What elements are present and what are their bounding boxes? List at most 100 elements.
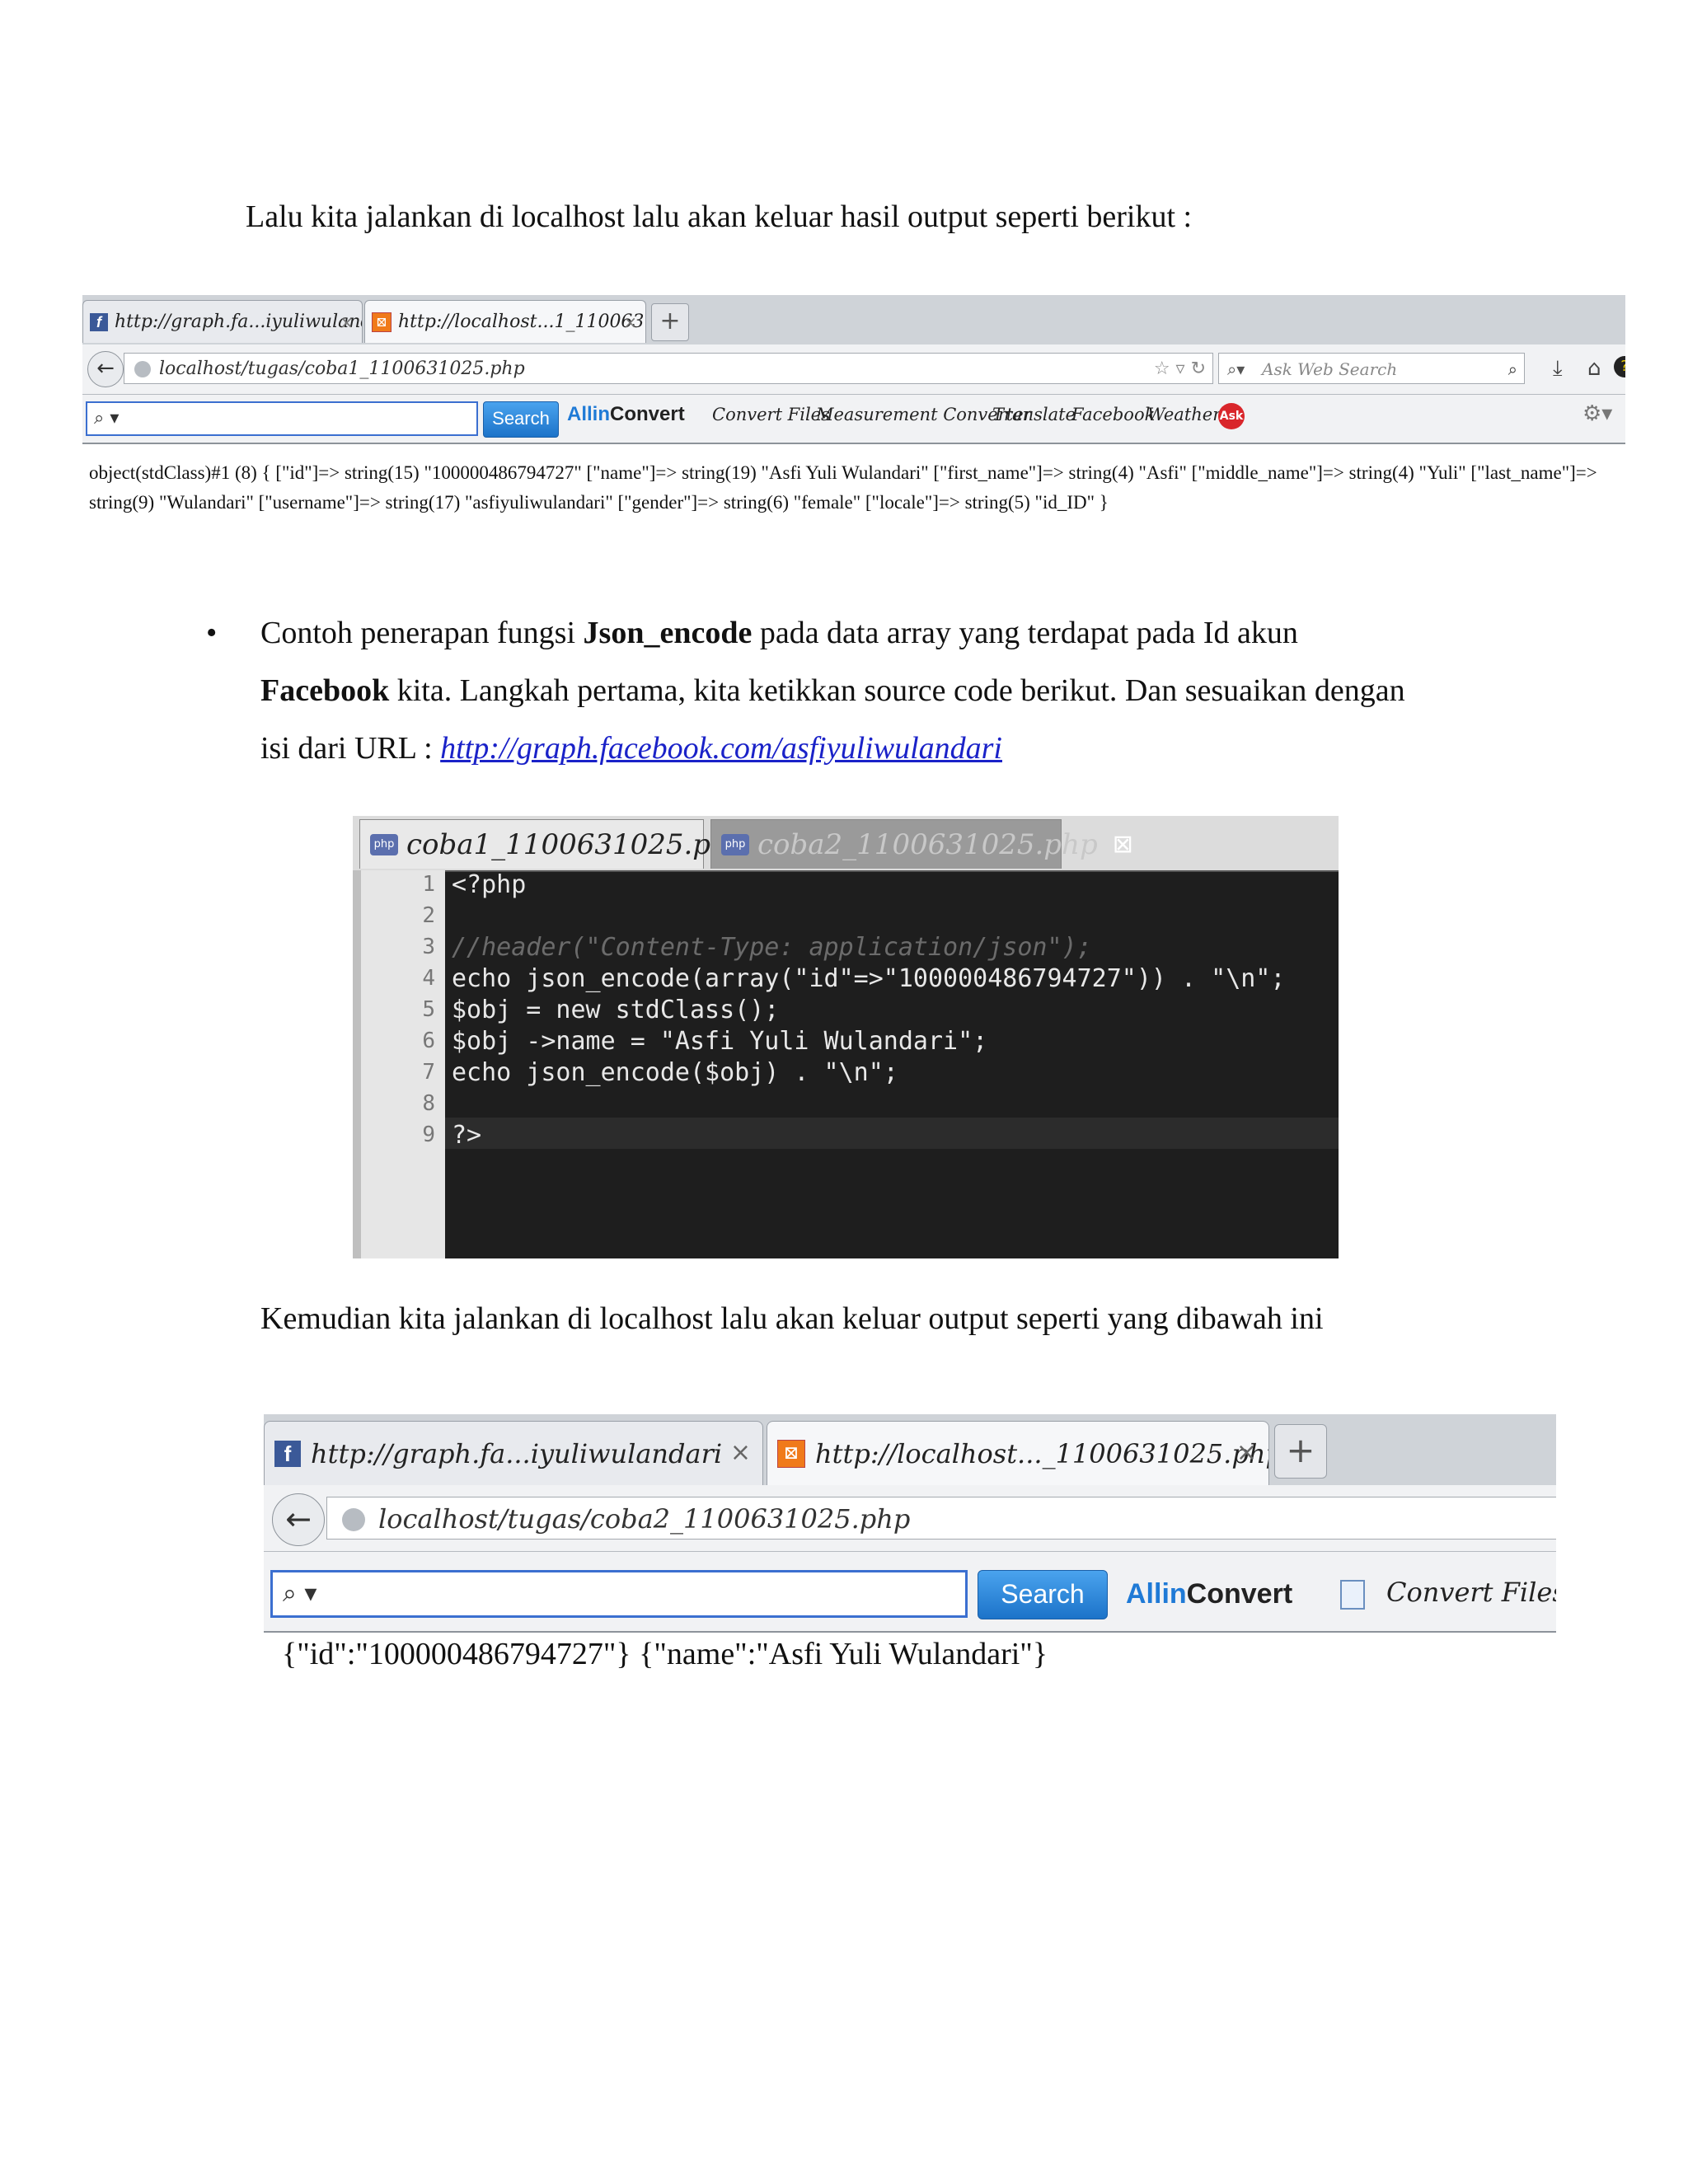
line-number: 5 bbox=[422, 997, 435, 1022]
convert-files-link[interactable]: Convert Files bbox=[712, 405, 830, 424]
translate-link[interactable]: Translate bbox=[992, 405, 1076, 424]
tab-label: http://localhost...1_1100631025.php bbox=[398, 312, 645, 332]
tab-label: http://localhost..._1100631025.php bbox=[815, 1437, 1269, 1469]
line-number: 9 bbox=[422, 1122, 435, 1147]
convert-files-link[interactable]: Convert Files bbox=[1386, 1577, 1556, 1608]
code-line: ?> bbox=[452, 1121, 482, 1150]
code-line: $obj ->name = "Asfi Yuli Wulandari"; bbox=[452, 1027, 988, 1056]
close-icon[interactable]: × bbox=[1236, 1438, 1257, 1467]
bullet-text: Contoh penerapan fungsi bbox=[260, 616, 584, 650]
back-button[interactable]: ← bbox=[87, 351, 124, 387]
tab-label: http://graph.fa...iyuliwulandari bbox=[311, 1437, 723, 1469]
tools-icon[interactable]: ⚙▾ bbox=[1582, 401, 1612, 426]
home-icon[interactable]: ⌂ bbox=[1587, 356, 1601, 381]
code-line: $obj = new stdClass(); bbox=[452, 996, 780, 1024]
bullet-line-3: isi dari URL : http://graph.facebook.com… bbox=[260, 719, 1002, 777]
tab-localhost[interactable]: ⊠ http://localhost..._1100631025.php × bbox=[767, 1421, 1269, 1485]
editor-tab-label: coba1_1100631025.php bbox=[406, 827, 747, 861]
tab-graph-facebook[interactable]: f http://graph.fa...iyuliwulandari × bbox=[264, 1421, 763, 1485]
xampp-icon: ⊠ bbox=[777, 1439, 805, 1468]
weather-link[interactable]: Weather bbox=[1147, 405, 1221, 424]
output-text: object(stdClass)#1 (8) { ["id"]=> string… bbox=[89, 462, 1597, 513]
convert-files-icon bbox=[1340, 1580, 1365, 1610]
magnifier-icon[interactable]: ⌕ bbox=[1508, 354, 1517, 385]
toolbar-search-input[interactable]: ⌕ ▾ bbox=[86, 401, 478, 436]
close-icon[interactable]: × bbox=[340, 312, 354, 332]
bullet-text: pada data array yang terdapat pada Id ak… bbox=[752, 616, 1298, 650]
allin-convert: Convert bbox=[610, 403, 685, 425]
bullet-line-2: Facebook kita. Langkah pertama, kita ket… bbox=[260, 662, 1405, 719]
globe-icon bbox=[342, 1508, 365, 1531]
ask-icon[interactable]: Ask bbox=[1218, 403, 1245, 429]
navigation-bar: ← localhost/tugas/coba2_1100631025.php bbox=[264, 1485, 1556, 1552]
allinconvert-logo[interactable]: AllinConvert bbox=[1126, 1578, 1292, 1610]
search-button[interactable]: Search bbox=[978, 1570, 1108, 1619]
editor-tab-label: coba2_1100631025.php bbox=[757, 827, 1098, 861]
graph-facebook-link[interactable]: http://graph.facebook.com/asfiyuliwuland… bbox=[440, 731, 1002, 766]
line-number: 7 bbox=[422, 1060, 435, 1085]
output-text: {"id":"100000486794727"} {"name":"Asfi Y… bbox=[282, 1637, 1048, 1671]
close-icon[interactable]: × bbox=[623, 312, 637, 332]
addon-toolbar: ⌕ ▾ Search AllinConvert Convert Files Me… bbox=[82, 395, 1625, 444]
search-placeholder: Ask Web Search bbox=[1262, 359, 1398, 379]
close-icon[interactable]: × bbox=[730, 1438, 751, 1467]
help-icon[interactable]: ? bbox=[1614, 356, 1625, 377]
search-button[interactable]: Search bbox=[483, 401, 559, 438]
editor-tab-coba1[interactable]: php coba1_1100631025.php ⊠ bbox=[359, 819, 782, 869]
allinconvert-logo[interactable]: AllinConvert bbox=[567, 403, 685, 426]
code-line: <?php bbox=[452, 870, 527, 899]
facebook-icon: f bbox=[274, 1440, 301, 1467]
code-editor-screenshot: php coba1_1100631025.php ⊠ php coba2_110… bbox=[353, 816, 1339, 1258]
code-line: echo json_encode($obj) . "\n"; bbox=[452, 1058, 898, 1087]
new-tab-button[interactable]: + bbox=[651, 303, 689, 341]
code-line-comment: //header("Content-Type: application/json… bbox=[452, 933, 1092, 962]
url-text: localhost/tugas/coba1_1100631025.php bbox=[159, 359, 525, 379]
current-line-highlight bbox=[445, 1118, 1339, 1149]
globe-icon bbox=[134, 361, 151, 377]
editor-tab-bar: php coba1_1100631025.php ⊠ php coba2_110… bbox=[353, 816, 1339, 872]
address-bar[interactable]: localhost/tugas/coba2_1100631025.php bbox=[326, 1497, 1556, 1540]
tab-bar: f http://graph.fa...iyuliwulandari × ⊠ h… bbox=[82, 295, 1625, 345]
facebook-bold: Facebook bbox=[260, 673, 390, 708]
facebook-link[interactable]: Facebook bbox=[1071, 405, 1155, 424]
followup-paragraph: Kemudian kita jalankan di localhost lalu… bbox=[260, 1301, 1324, 1336]
line-number: 6 bbox=[422, 1029, 435, 1053]
new-tab-button[interactable]: + bbox=[1274, 1424, 1327, 1479]
line-number: 8 bbox=[422, 1091, 435, 1116]
allin-convert: Convert bbox=[1186, 1578, 1293, 1610]
ask-search-input[interactable]: ⌕▾ Ask Web Search ⌕ bbox=[1218, 353, 1525, 384]
code-line: echo json_encode(array("id"=>"1000004867… bbox=[452, 964, 1286, 993]
tab-bar: f http://graph.fa...iyuliwulandari × ⊠ h… bbox=[264, 1414, 1556, 1486]
bullet-text: kita. Langkah pertama, kita ketikkan sou… bbox=[389, 673, 1405, 708]
line-number-gutter: 1 2 3 4 5 6 7 8 9 bbox=[353, 870, 445, 1258]
search-icon: ⌕▾ bbox=[1227, 359, 1245, 379]
allin-brand: Allin bbox=[567, 403, 610, 425]
editor-tab-coba2[interactable]: php coba2_1100631025.php ⊠ bbox=[710, 819, 1133, 869]
line-number: 2 bbox=[422, 903, 435, 928]
toolbar-search-input[interactable]: ⌕ ▾ bbox=[270, 1570, 968, 1618]
allin-brand: Allin bbox=[1126, 1578, 1187, 1610]
url-text: localhost/tugas/coba2_1100631025.php bbox=[378, 1503, 911, 1535]
navigation-bar: ← localhost/tugas/coba1_1100631025.php ☆… bbox=[82, 344, 1625, 395]
browser-screenshot-2: f http://graph.fa...iyuliwulandari × ⊠ h… bbox=[264, 1414, 1556, 1678]
bookmark-star-icon[interactable]: ☆ ▿ ↻ bbox=[1154, 354, 1206, 385]
xampp-icon: ⊠ bbox=[372, 312, 392, 332]
line-number: 1 bbox=[422, 872, 435, 897]
download-icon[interactable]: ⤓ bbox=[1553, 356, 1563, 382]
tab-graph-facebook[interactable]: f http://graph.fa...iyuliwulandari × bbox=[82, 300, 363, 343]
line-number: 3 bbox=[422, 935, 435, 959]
back-button[interactable]: ← bbox=[272, 1493, 325, 1546]
close-icon[interactable]: ⊠ bbox=[1113, 830, 1133, 859]
bullet-marker: • bbox=[206, 616, 218, 650]
tab-localhost[interactable]: ⊠ http://localhost...1_1100631025.php × bbox=[364, 300, 646, 343]
intro-paragraph: Lalu kita jalankan di localhost lalu aka… bbox=[246, 199, 1193, 234]
facebook-icon: f bbox=[90, 312, 108, 331]
bullet-text: isi dari URL : bbox=[260, 731, 441, 766]
bullet-line-1: Contoh penerapan fungsi Json_encode pada… bbox=[260, 604, 1298, 662]
addon-toolbar: ⌕ ▾ Search AllinConvert Convert Files bbox=[264, 1552, 1556, 1633]
address-bar[interactable]: localhost/tugas/coba1_1100631025.php ☆ ▿… bbox=[124, 353, 1213, 384]
browser-screenshot-1: f http://graph.fa...iyuliwulandari × ⊠ h… bbox=[82, 295, 1625, 534]
php-file-icon: php bbox=[721, 833, 749, 855]
tab-label: http://graph.fa...iyuliwulandari bbox=[115, 312, 362, 332]
function-name: Json_encode bbox=[583, 616, 753, 650]
